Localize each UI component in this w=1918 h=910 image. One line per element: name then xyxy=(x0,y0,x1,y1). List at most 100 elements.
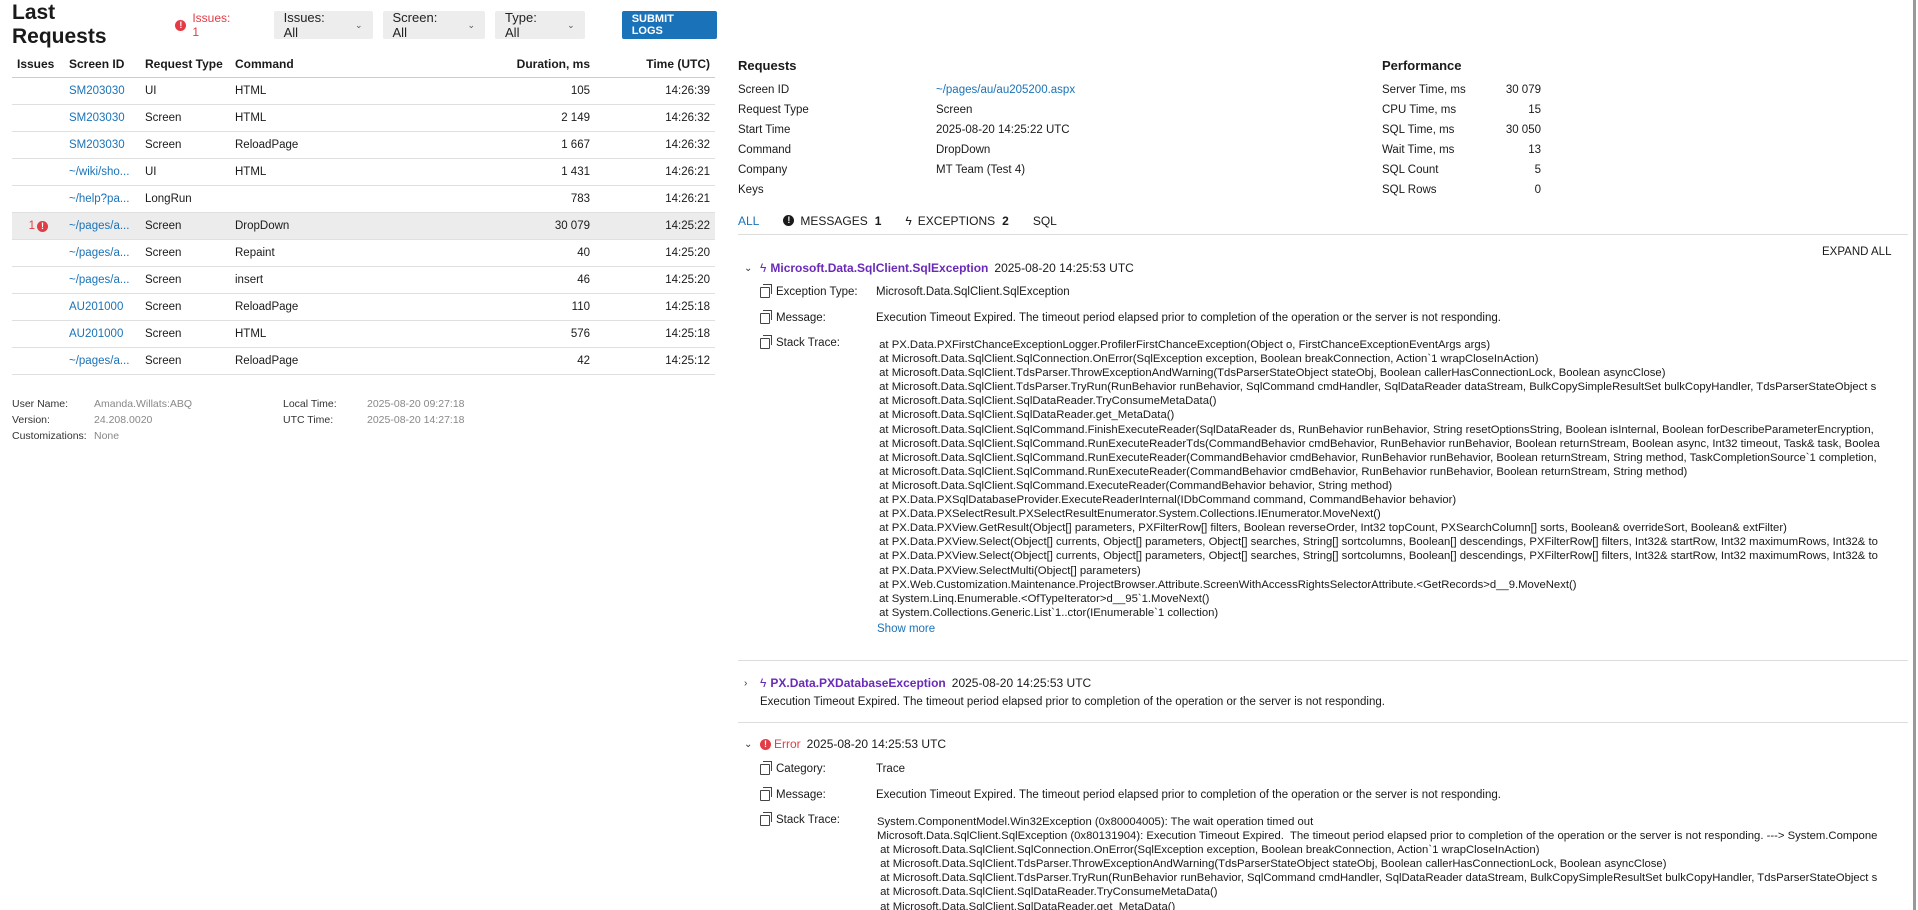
cell-screen-id[interactable]: ~/pages/a... xyxy=(64,239,140,267)
cell-command: HTML xyxy=(230,104,480,132)
copy-icon[interactable] xyxy=(760,334,772,349)
copy-icon[interactable] xyxy=(760,309,772,324)
customizations-value: None xyxy=(94,430,120,442)
screen-id-link[interactable]: ~/wiki/sho... xyxy=(69,166,129,178)
show-more-link[interactable]: Show more xyxy=(877,623,935,635)
cell-issues xyxy=(12,104,64,132)
column-header-request-type[interactable]: Request Type xyxy=(140,52,230,78)
screen-id-link[interactable]: AU201000 xyxy=(69,301,123,313)
scrollbar[interactable] xyxy=(1913,0,1916,910)
cell-duration: 40 xyxy=(480,239,595,267)
table-row[interactable]: AU201000 Screen HTML 576 14:25:18 xyxy=(12,320,715,348)
user-name-value: Amanda.Willats:ABQ xyxy=(94,398,193,410)
exception-type-label: Exception Type: xyxy=(776,286,858,298)
issues-badge[interactable]: ! Issues: 1 xyxy=(175,11,239,39)
cell-screen-id[interactable]: AU201000 xyxy=(64,293,140,321)
exception-header-pxdatabaseexception[interactable]: › ϟ PX.Data.PXDatabaseException 2025-08-… xyxy=(744,676,1091,690)
table-row[interactable]: AU201000 Screen ReloadPage 110 14:25:18 xyxy=(12,293,715,321)
cell-issues xyxy=(12,131,64,159)
screen-id-link[interactable]: SM203030 xyxy=(69,85,125,97)
cell-duration: 105 xyxy=(480,77,595,105)
field-label: Command xyxy=(738,144,792,156)
cell-screen-id[interactable]: ~/pages/a... xyxy=(64,266,140,294)
copy-icon[interactable] xyxy=(760,786,772,801)
copy-icon[interactable] xyxy=(760,283,772,298)
cell-duration: 1 431 xyxy=(480,158,595,186)
issue-count: 1 xyxy=(28,219,35,232)
field-value: 30 079 xyxy=(1505,84,1541,96)
screen-id-link[interactable]: ~/pages/a... xyxy=(69,220,129,232)
screen-id-link[interactable]: ~/pages/a... xyxy=(69,355,129,367)
cell-screen-id[interactable]: ~/pages/a... xyxy=(64,347,140,375)
tab-all[interactable]: ALL xyxy=(738,214,759,228)
screen-filter-dropdown[interactable]: Screen: All ⌄ xyxy=(382,10,486,40)
cell-command: DropDown xyxy=(230,212,480,240)
column-header-issues[interactable]: Issues xyxy=(12,52,64,78)
table-row[interactable]: ~/pages/a... Screen Repaint 40 14:25:20 xyxy=(12,239,715,267)
field-value: MT Team (Test 4) xyxy=(936,164,1026,176)
table-row[interactable]: ~/help?pa... LongRun 783 14:26:21 xyxy=(12,185,715,213)
utc-time-label: UTC Time: xyxy=(283,414,334,426)
error-message-field: Message: Execution Timeout Expired. The … xyxy=(760,786,1501,801)
screen-id-link[interactable]: AU201000 xyxy=(69,328,123,340)
copy-icon[interactable] xyxy=(760,760,772,775)
error-category-value: Trace xyxy=(876,763,905,775)
column-header-command[interactable]: Command xyxy=(230,52,480,78)
cell-issues: 1! xyxy=(12,212,64,240)
chevron-down-icon[interactable]: ⌄ xyxy=(744,263,760,274)
error-header[interactable]: ⌄ ! Error 2025-08-20 14:25:53 UTC xyxy=(744,737,946,751)
error-circle-icon: ! xyxy=(175,19,187,31)
cell-screen-id[interactable]: ~/pages/a... xyxy=(64,212,140,240)
table-row[interactable]: 1! ~/pages/a... Screen DropDown 30 079 14:25:… xyxy=(12,212,715,240)
submit-logs-button[interactable]: SUBMIT LOGS xyxy=(621,11,717,39)
column-header-duration[interactable]: Duration, ms xyxy=(480,52,595,78)
tab-exceptions-count: 2 xyxy=(1002,213,1009,228)
cell-request-type: Screen xyxy=(140,347,230,375)
tab-sql-label: SQL xyxy=(1032,213,1057,228)
cell-screen-id[interactable]: AU201000 xyxy=(64,320,140,348)
exception-message-field: Message: Execution Timeout Expired. The … xyxy=(760,309,1501,324)
cell-command: Repaint xyxy=(230,239,480,267)
table-row[interactable]: ~/pages/a... Screen ReloadPage 42 14:25:12 xyxy=(12,347,715,375)
screen-id-link[interactable]: SM203030 xyxy=(69,112,125,124)
expand-all-button[interactable]: EXPAND ALL xyxy=(1822,246,1891,258)
table-row[interactable]: SM203030 Screen ReloadPage 1 667 14:26:32 xyxy=(12,131,715,159)
screen-id-link[interactable]: SM203030 xyxy=(69,139,125,151)
error-stack-label: Stack Trace: xyxy=(776,814,840,826)
cell-issues xyxy=(12,239,64,267)
table-row[interactable]: ~/wiki/sho... UI HTML 1 431 14:26:21 xyxy=(12,158,715,186)
column-header-screen-id[interactable]: Screen ID xyxy=(64,52,140,78)
error-name: Error xyxy=(774,737,801,751)
tab-sql[interactable]: SQL xyxy=(1033,214,1057,228)
chevron-right-icon[interactable]: › xyxy=(744,678,760,689)
exception-stack-label: Stack Trace: xyxy=(776,337,840,349)
cell-screen-id[interactable]: SM203030 xyxy=(64,131,140,159)
table-row[interactable]: SM203030 Screen HTML 2 149 14:26:32 xyxy=(12,104,715,132)
chevron-down-icon[interactable]: ⌄ xyxy=(744,739,760,750)
copy-icon[interactable] xyxy=(760,811,772,826)
tab-exceptions[interactable]: ϟ EXCEPTIONS 2 xyxy=(905,214,1008,228)
column-header-time[interactable]: Time (UTC) xyxy=(595,52,715,78)
type-filter-dropdown[interactable]: Type: All ⌄ xyxy=(495,10,585,40)
screen-id-link[interactable]: ~/pages/a... xyxy=(69,274,129,286)
cell-duration: 1 667 xyxy=(480,131,595,159)
cell-screen-id[interactable]: ~/help?pa... xyxy=(64,185,140,213)
cell-screen-id[interactable]: ~/wiki/sho... xyxy=(64,158,140,186)
cell-time: 14:26:32 xyxy=(595,104,715,132)
screen-id-link[interactable]: ~/help?pa... xyxy=(69,193,129,205)
field-label: Wait Time, ms xyxy=(1382,144,1455,156)
field-value[interactable]: ~/pages/au/au205200.aspx xyxy=(936,80,1075,100)
cell-screen-id[interactable]: SM203030 xyxy=(64,77,140,105)
tab-messages[interactable]: ! MESSAGES 1 xyxy=(783,214,881,228)
issues-filter-dropdown[interactable]: Issues: All ⌄ xyxy=(273,10,373,40)
cell-issues xyxy=(12,185,64,213)
table-row[interactable]: ~/pages/a... Screen insert 46 14:25:20 xyxy=(12,266,715,294)
cell-screen-id[interactable]: SM203030 xyxy=(64,104,140,132)
exception-header-sqlexception[interactable]: ⌄ ϟ Microsoft.Data.SqlClient.SqlExceptio… xyxy=(744,261,1134,275)
field-value: 2025-08-20 14:25:22 UTC xyxy=(936,124,1070,136)
tab-messages-count: 1 xyxy=(874,213,882,228)
screen-id-link[interactable]: ~/pages/a... xyxy=(69,247,129,259)
table-row[interactable]: SM203030 UI HTML 105 14:26:39 xyxy=(12,77,715,105)
screen-filter-value: Screen: All xyxy=(392,10,438,40)
performance-heading: Performance xyxy=(1382,58,1462,73)
